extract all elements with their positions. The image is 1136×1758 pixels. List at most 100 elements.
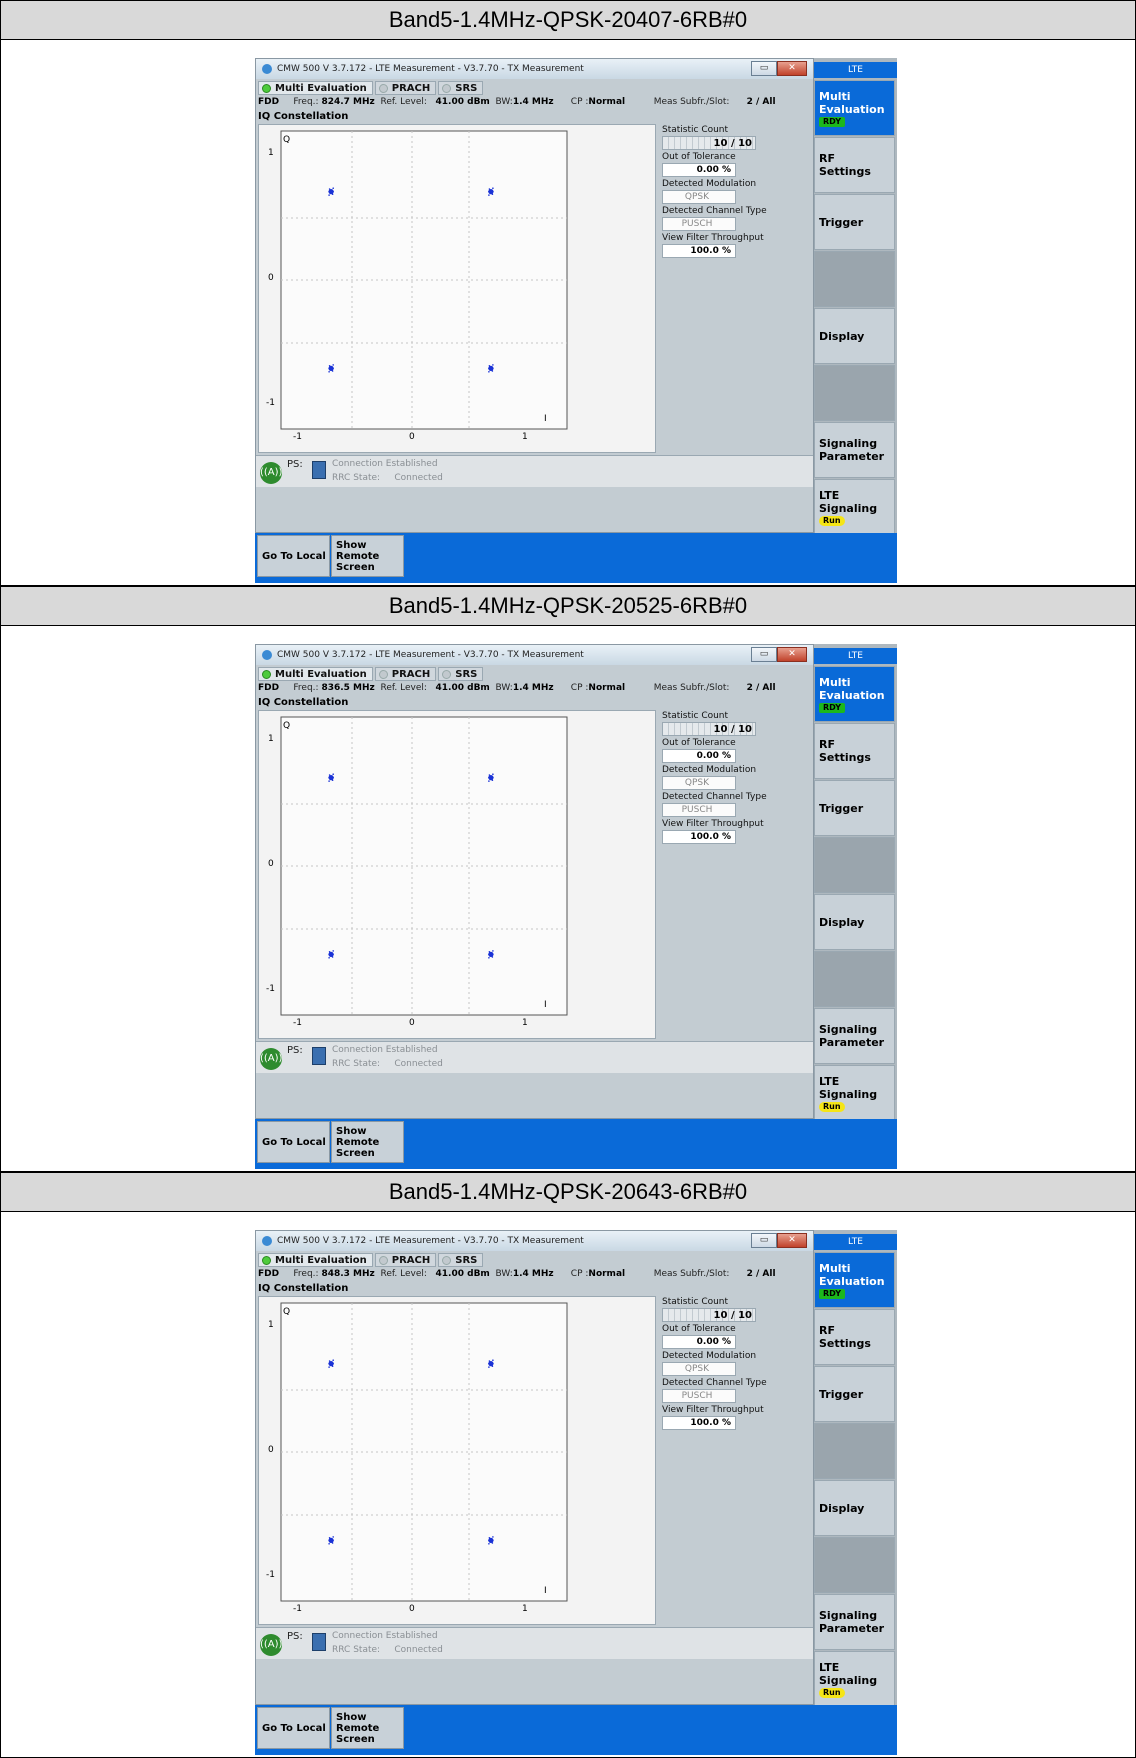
softkey-label: Signaling — [819, 1023, 878, 1036]
y-tick-minus1: -1 — [266, 984, 275, 994]
constellation-scatter-point — [492, 187, 494, 189]
softkey-label: Settings — [819, 751, 871, 764]
softkey-label: Evaluation — [819, 102, 885, 116]
constellation-scatter-point — [332, 367, 334, 370]
show-remote-screen-button[interactable]: Show Remote Screen — [331, 1707, 404, 1749]
multi-evaluation-button[interactable]: Multi Evaluation RDY — [814, 1252, 895, 1308]
constellation-scatter-point — [332, 1536, 334, 1538]
constellation-scatter-point — [488, 776, 490, 779]
tab-srs[interactable]: SRS — [438, 667, 484, 681]
minimize-button[interactable]: ▭ — [751, 61, 777, 76]
out-of-tolerance-value: 0.00 % — [662, 163, 736, 177]
tab-multi-evaluation[interactable]: Multi Evaluation — [258, 1253, 373, 1267]
constellation-scatter-point — [328, 1362, 330, 1365]
lte-signaling-button[interactable]: LTE Signaling Run — [814, 1651, 895, 1707]
minimize-button[interactable]: ▭ — [751, 1233, 777, 1248]
close-button[interactable]: ✕ — [777, 61, 807, 76]
close-button[interactable]: ✕ — [777, 1233, 807, 1248]
tab-srs[interactable]: SRS — [438, 1253, 484, 1267]
tab-prach[interactable]: PRACH — [374, 1253, 437, 1267]
freq-label: Freq.: — [293, 1269, 319, 1279]
cp-value: Normal — [588, 97, 626, 107]
go-to-local-button[interactable]: Go To Local — [257, 535, 330, 577]
trigger-button[interactable]: Trigger — [814, 194, 895, 250]
tab-prach[interactable]: PRACH — [374, 667, 437, 681]
tab-multi-evaluation[interactable]: Multi Evaluation — [258, 81, 373, 95]
constellation-scatter-point — [492, 1539, 494, 1542]
tab-label: PRACH — [391, 668, 431, 680]
status-led-icon — [442, 83, 452, 93]
constellation-scatter-point — [331, 193, 334, 195]
iq-constellation-title: IQ Constellation — [258, 697, 349, 708]
x-tick-1: 1 — [522, 1018, 528, 1028]
tab-prach[interactable]: PRACH — [374, 81, 437, 95]
tab-multi-evaluation[interactable]: Multi Evaluation — [258, 667, 373, 681]
view-filter-throughput-value: 100.0 % — [662, 244, 736, 258]
show-remote-screen-button[interactable]: Show Remote Screen — [331, 1121, 404, 1163]
lte-signaling-button[interactable]: LTE Signaling Run — [814, 479, 895, 535]
y-tick-1: 1 — [268, 1320, 274, 1330]
display-button[interactable]: Display — [814, 1480, 895, 1536]
section-title-text: Band5-1.4MHz-QPSK-20643-6RB#0 — [388, 1179, 748, 1204]
statistic-count-label: Statistic Count — [662, 125, 729, 135]
run-badge: Run — [819, 1101, 845, 1112]
measurement-info-line: FDD Freq.: 848.3 MHz Ref. Level: 41.00 d… — [258, 1269, 776, 1281]
constellation-scatter-point — [491, 370, 494, 372]
section-title: Band5-1.4MHz-QPSK-20407-6RB#0 — [0, 0, 1136, 40]
ref-level-label: Ref. Level: — [380, 97, 427, 107]
meas-subframe-value: 2 / All — [746, 683, 776, 693]
status-led-icon — [262, 669, 271, 679]
signaling-parameter-button[interactable]: Signaling Parameter — [814, 1008, 895, 1064]
constellation-scatter-point — [491, 779, 494, 781]
trigger-button[interactable]: Trigger — [814, 1366, 895, 1422]
go-to-local-button[interactable]: Go To Local — [257, 1707, 330, 1749]
section-title-text: Band5-1.4MHz-QPSK-20525-6RB#0 — [388, 593, 748, 618]
tab-label: Multi Evaluation — [275, 668, 367, 680]
empty-softkey — [814, 1423, 895, 1479]
multi-evaluation-button[interactable]: Multi Evaluation RDY — [814, 666, 895, 722]
multi-evaluation-button[interactable]: Multi Evaluation RDY — [814, 80, 895, 136]
go-to-local-button[interactable]: Go To Local — [257, 1121, 330, 1163]
trigger-button[interactable]: Trigger — [814, 780, 895, 836]
button-label: Screen — [336, 1147, 375, 1159]
constellation-scatter-point — [488, 190, 490, 193]
y-tick-0: 0 — [268, 1445, 274, 1455]
run-badge: Run — [819, 515, 845, 526]
empty-softkey — [814, 365, 895, 421]
rf-settings-button[interactable]: RF Settings — [814, 137, 895, 193]
display-button[interactable]: Display — [814, 894, 895, 950]
show-remote-screen-button[interactable]: Show Remote Screen — [331, 535, 404, 577]
signaling-parameter-button[interactable]: Signaling Parameter — [814, 422, 895, 478]
window-title: CMW 500 V 3.7.172 - LTE Measurement - V3… — [277, 1236, 584, 1246]
rf-settings-button[interactable]: RF Settings — [814, 723, 895, 779]
statistics-panel: Statistic Count 10 / 10 Out of Tolerance… — [662, 1297, 767, 1432]
y-tick-1: 1 — [268, 148, 274, 158]
softkey-label: Signaling — [819, 501, 878, 515]
detected-channel-type-label: Detected Channel Type — [662, 1378, 767, 1388]
measurement-window: CMW 500 V 3.7.172 - LTE Measurement - V3… — [255, 58, 814, 533]
iq-constellation-plot: Q I 1 0 -1 -1 0 1 — [258, 124, 656, 453]
constellation-scatter-point — [328, 776, 330, 779]
softkey-label: Parameter — [819, 1622, 885, 1635]
x-tick-minus1: -1 — [293, 432, 302, 442]
minimize-button[interactable]: ▭ — [751, 647, 777, 662]
signaling-parameter-button[interactable]: Signaling Parameter — [814, 1594, 895, 1650]
button-label: Show Remote — [336, 1125, 380, 1148]
window-titlebar: CMW 500 V 3.7.172 - LTE Measurement - V3… — [256, 645, 813, 665]
softkey-label: RF — [819, 738, 835, 751]
softkey-label: Display — [819, 329, 865, 343]
display-button[interactable]: Display — [814, 308, 895, 364]
measurement-window: CMW 500 V 3.7.172 - LTE Measurement - V3… — [255, 644, 814, 1119]
i-axis-label: I — [544, 414, 547, 424]
rf-settings-button[interactable]: RF Settings — [814, 1309, 895, 1365]
cmw500-screen: CMW 500 V 3.7.172 - LTE Measurement - V3… — [255, 644, 897, 1169]
constellation-scatter-point — [328, 1366, 330, 1368]
close-button[interactable]: ✕ — [777, 647, 807, 662]
window-controls: ▭ ✕ — [751, 647, 807, 662]
constellation-scatter-point — [488, 1537, 491, 1539]
lte-signaling-button[interactable]: LTE Signaling Run — [814, 1065, 895, 1121]
constellation-scatter-point — [491, 1542, 494, 1544]
tab-srs[interactable]: SRS — [438, 81, 484, 95]
out-of-tolerance-value: 0.00 % — [662, 749, 736, 763]
measurement-tabs: Multi Evaluation PRACH SRS — [256, 1253, 485, 1267]
